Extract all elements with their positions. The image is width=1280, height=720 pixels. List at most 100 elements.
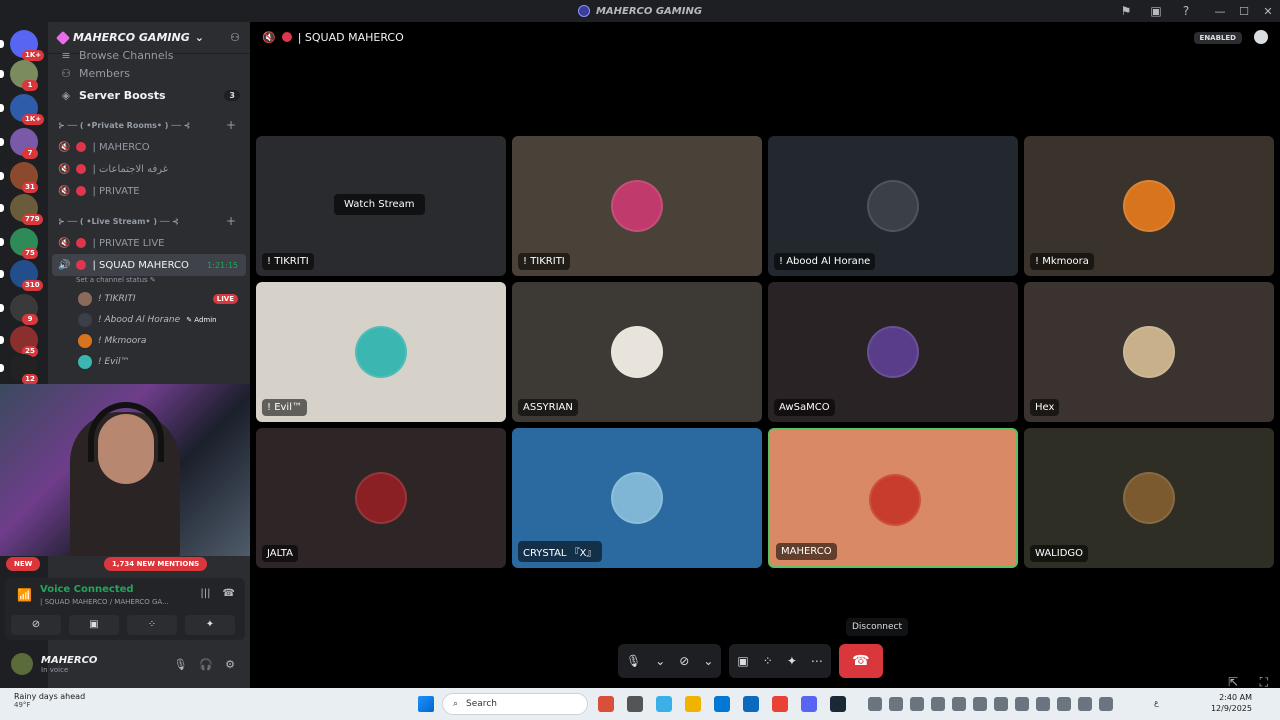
add-channel-icon[interactable]: + (226, 118, 236, 132)
red-dot-icon (76, 238, 87, 248)
disconnect-phone-icon[interactable]: ☎ (223, 588, 235, 599)
more-options-icon[interactable]: ⋯ (811, 654, 823, 668)
participant-tile[interactable]: CRYSTAL 『X』 (512, 428, 762, 568)
browse-channels[interactable]: ≡ Browse Channels (48, 48, 250, 62)
avatar (78, 312, 92, 327)
camera-off-button[interactable]: ⊘ (11, 615, 61, 635)
participant-tile[interactable]: ! TIKRITI (512, 136, 762, 276)
weather-widget[interactable]: Rainy days ahead 49°F (14, 692, 85, 709)
taskbar-app-icon[interactable] (627, 696, 643, 712)
participant-tile[interactable]: ! Abood Al Horane (768, 136, 1018, 276)
chevron-down-icon[interactable]: ⌄ (655, 654, 665, 668)
webcam-overlay (0, 384, 262, 556)
voice-member[interactable]: ! TIKRITI LIVE (48, 288, 250, 309)
soundboard-icon[interactable]: ✦ (787, 654, 797, 668)
new-badge[interactable]: NEW (6, 557, 41, 571)
taskbar-search[interactable]: ⌕ Search (442, 693, 588, 715)
voice-channel-private[interactable]: 🔇 | PRIVATE (48, 180, 250, 202)
taskbar-app-icon[interactable] (598, 696, 614, 712)
settings-gear-icon[interactable]: ⚙ (225, 658, 235, 671)
chevron-down-icon[interactable]: ⌄ (703, 654, 713, 668)
voice-channel-squad-maherco[interactable]: 🔊 | SQUAD MAHERCO 1:21:15 (52, 254, 246, 276)
taskbar-app-icon[interactable] (801, 696, 817, 712)
screen-share-icon[interactable]: ▣ (737, 654, 748, 668)
flag-icon[interactable]: ⚑ (1118, 3, 1134, 19)
taskbar-app-icon[interactable] (656, 696, 672, 712)
participant-tile[interactable]: AwSaMCO (768, 282, 1018, 422)
members-link[interactable]: ⚇ Members (48, 62, 250, 84)
participant-tile[interactable]: ASSYRIAN (512, 282, 762, 422)
activities-button[interactable]: ⁘ (127, 615, 177, 635)
channel-status-prompt[interactable]: Set a channel status ✎ (48, 276, 250, 288)
channel-name: | SQUAD MAHERCO (297, 30, 404, 44)
server-badge: 9 (22, 314, 38, 325)
system-clock[interactable]: 2:40 AM 12/9/2025 (1211, 692, 1252, 714)
category-private-rooms[interactable]: ⊱ ── ( •Private Rooms• ) ── ⊰ + (48, 114, 250, 136)
tray-icon[interactable] (952, 697, 966, 711)
help-icon[interactable]: ? (1178, 3, 1194, 19)
server-name: MAHERCO GAMING (73, 31, 190, 44)
input-language[interactable]: ع (1154, 698, 1159, 707)
participant-tile[interactable]: JALTA (256, 428, 506, 568)
popout-icon[interactable]: ⇱ (1228, 675, 1238, 689)
speaker-muted-icon: 🔇 (262, 30, 276, 44)
inbox-icon[interactable]: ▣ (1148, 3, 1164, 19)
category-live-stream[interactable]: ⊱ ── ( •Live Stream• ) ── ⊰ + (48, 210, 250, 232)
enabled-badge[interactable]: ENABLED (1193, 32, 1242, 44)
red-dot-icon (76, 260, 87, 270)
new-mentions-badge[interactable]: 1,734 NEW MENTIONS (104, 557, 208, 571)
voice-member[interactable]: ! Abood Al Horane ✎ Admin (48, 309, 250, 330)
voice-location[interactable]: | SQUAD MAHERCO / MAHERCO GA... (40, 598, 169, 606)
tray-icon[interactable] (868, 697, 882, 711)
participant-tile[interactable]: ! Evil™ (256, 282, 506, 422)
watch-stream-button[interactable]: Watch Stream (334, 194, 425, 215)
taskbar-app-icon[interactable] (830, 696, 846, 712)
tray-icon[interactable] (1057, 697, 1071, 711)
microphone-icon[interactable]: 🎙 (626, 654, 641, 668)
voice-channel-maherco[interactable]: 🔇 | MAHERCO (48, 136, 250, 158)
microphone-icon[interactable]: 🎙 (173, 658, 187, 671)
screen-share-button[interactable]: ▣ (69, 615, 119, 635)
taskbar-app-icon[interactable] (685, 696, 701, 712)
disconnect-button[interactable]: ☎ (838, 644, 883, 678)
camera-off-icon[interactable]: ⊘ (679, 654, 689, 668)
maximize-button[interactable]: ☐ (1232, 5, 1256, 18)
participant-tile[interactable]: Hex (1024, 282, 1274, 422)
avatar[interactable] (11, 653, 33, 675)
activities-icon[interactable]: ⁘ (763, 654, 773, 668)
tray-icon[interactable] (1036, 697, 1050, 711)
taskbar-app-icon[interactable] (714, 696, 730, 712)
stream-tile[interactable]: Watch Stream ! TIKRITI (256, 136, 506, 276)
red-dot-icon (76, 186, 87, 196)
noise-suppression-icon[interactable]: ||| (200, 588, 210, 599)
tray-icon[interactable] (994, 697, 1008, 711)
participant-tile[interactable]: ! Mkmoora (1024, 136, 1274, 276)
participant-tile[interactable]: MAHERCO (768, 428, 1018, 568)
voice-member[interactable]: ! Evil™ (48, 351, 250, 372)
tray-icon[interactable] (1015, 697, 1029, 711)
unread-pill (0, 204, 4, 212)
add-channel-icon[interactable]: + (226, 214, 236, 228)
tray-icon[interactable] (973, 697, 987, 711)
start-button[interactable] (418, 696, 434, 712)
server-boosts-link[interactable]: ◈ Server Boosts 3 (48, 84, 250, 106)
minimize-button[interactable]: — (1208, 5, 1232, 18)
tray-icon[interactable] (1099, 697, 1113, 711)
taskbar-app-icon[interactable] (743, 696, 759, 712)
participant-tile[interactable]: WALIDGO (1024, 428, 1274, 568)
add-member-icon[interactable]: ⚇ (230, 31, 240, 44)
taskbar-app-icon[interactable] (772, 696, 788, 712)
voice-channel-private-live[interactable]: 🔇 | PRIVATE LIVE (48, 232, 250, 254)
tray-icon[interactable] (1078, 697, 1092, 711)
tray-icon[interactable] (931, 697, 945, 711)
headphones-icon[interactable]: 🎧 (199, 658, 213, 671)
close-button[interactable]: ✕ (1256, 5, 1280, 18)
voice-member[interactable]: ! Mkmoora (48, 330, 250, 351)
signal-icon[interactable]: 📶 (17, 588, 32, 602)
voice-status[interactable]: Voice Connected (40, 584, 134, 595)
tray-icon[interactable] (889, 697, 903, 711)
tray-icon[interactable] (910, 697, 924, 711)
chat-icon[interactable] (1254, 30, 1268, 44)
voice-channel-meetings[interactable]: 🔇 | غرفه الاجتماعات (48, 158, 250, 180)
soundboard-button[interactable]: ✦ (185, 615, 235, 635)
